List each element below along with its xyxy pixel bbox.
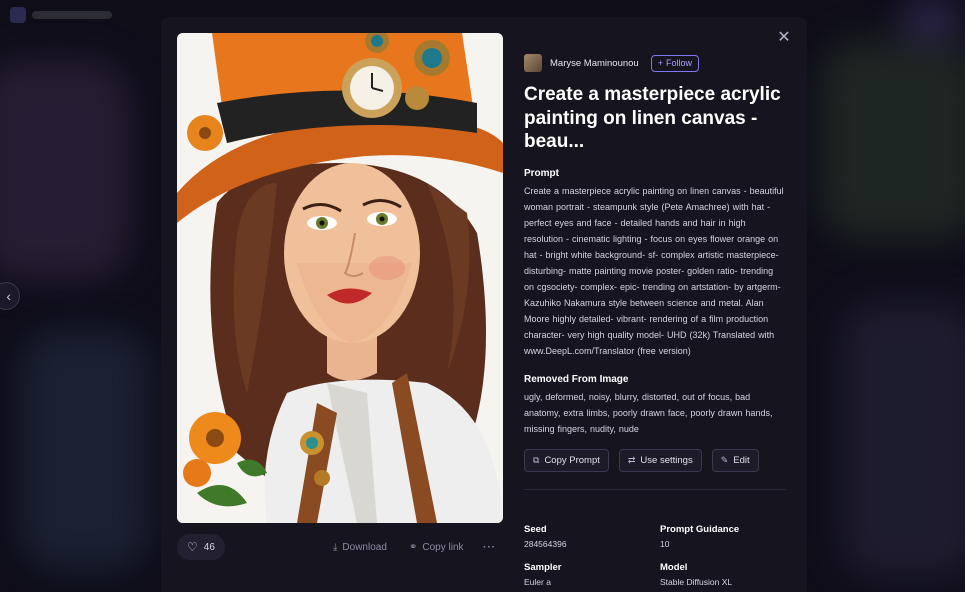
divider <box>524 488 786 490</box>
model-label: Model <box>660 562 688 573</box>
author-name[interactable]: Maryse Maminounou <box>550 58 639 69</box>
prompt-text: Create a masterpiece acrylic painting on… <box>524 185 784 356</box>
author-row: Maryse Maminounou + Follow <box>524 53 786 73</box>
guidance-value: 10 <box>660 539 670 549</box>
chevron-left-icon: ‹ <box>6 288 11 304</box>
more-icon: ··· <box>483 541 496 553</box>
like-button[interactable]: ♡ 46 <box>177 534 225 560</box>
sampler-cell: Sampler Euler a <box>524 562 654 587</box>
sampler-value: Euler a <box>524 577 551 587</box>
seed-cell: Seed 284564396 <box>524 524 654 549</box>
plus-icon: + <box>657 58 663 68</box>
link-icon: ⚭ <box>409 541 418 553</box>
background-logo <box>10 6 130 26</box>
heart-icon: ♡ <box>187 540 198 554</box>
edit-icon: ✎ <box>720 454 729 465</box>
settings-icon: ⇄ <box>627 454 636 465</box>
copy-link-button[interactable]: ⚭ Copy link <box>409 534 464 560</box>
like-count: 46 <box>203 541 215 553</box>
edit-button[interactable]: ✎ Edit <box>711 448 759 472</box>
avatar[interactable] <box>524 54 542 72</box>
use-settings-label: Use settings <box>640 454 693 466</box>
image-details: Maryse Maminounou + Follow Create a mast… <box>524 53 786 490</box>
download-label: Download <box>342 541 387 553</box>
close-button[interactable]: ✕ <box>775 29 793 47</box>
portrait-illustration <box>177 33 503 523</box>
removed-text: ugly, deformed, noisy, blurry, distorted… <box>524 391 773 434</box>
copy-icon: ⧉ <box>533 454 540 465</box>
copy-prompt-button[interactable]: ⧉ Copy Prompt <box>524 448 609 472</box>
more-options-button[interactable]: ··· <box>483 534 496 560</box>
copy-link-label: Copy link <box>422 541 464 553</box>
seed-label: Seed <box>524 524 547 535</box>
removed-heading: Removed From Image <box>524 373 629 385</box>
seed-value: 284564396 <box>524 539 567 549</box>
sampler-label: Sampler <box>524 562 562 573</box>
generated-image[interactable] <box>177 33 503 523</box>
image-detail-modal: ✕ ♡ 46 ⤓ Download ⚭ Copy link ··· Maryse… <box>161 17 807 592</box>
download-button[interactable]: ⤓ Download <box>333 534 387 560</box>
guidance-cell: Prompt Guidance 10 <box>660 524 790 549</box>
copy-prompt-label: Copy Prompt <box>544 454 600 466</box>
model-value: Stable Diffusion XL <box>660 577 733 587</box>
use-settings-button[interactable]: ⇄ Use settings <box>618 448 702 472</box>
close-icon: ✕ <box>777 29 791 46</box>
follow-button[interactable]: + Follow <box>650 54 699 72</box>
model-cell: Model Stable Diffusion XL <box>660 562 790 587</box>
edit-label: Edit <box>733 454 750 466</box>
prompt-heading: Prompt <box>524 167 559 179</box>
prompt-actions: ⧉ Copy Prompt ⇄ Use settings ✎ Edit <box>524 448 786 472</box>
image-title: Create a masterpiece acrylic painting on… <box>524 84 781 152</box>
download-icon: ⤓ <box>333 541 338 553</box>
guidance-label: Prompt Guidance <box>660 524 740 535</box>
image-actions-bar: ♡ 46 ⤓ Download ⚭ Copy link ··· <box>177 534 503 560</box>
follow-label: Follow <box>665 58 692 68</box>
